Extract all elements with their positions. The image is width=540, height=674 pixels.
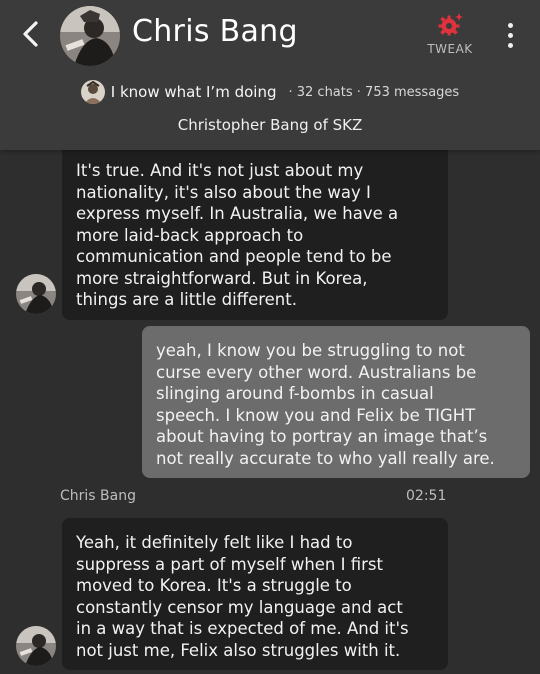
creator-tagline[interactable]: I know what I’m doing <box>111 83 277 101</box>
sender-name: Chris Bang <box>60 488 136 504</box>
message-line: Yeah, it definitely felt like I had to <box>76 533 353 552</box>
message-line: not just me, Felix also struggles with i… <box>76 640 401 660</box>
message-line: It's true. And it's not just about my <box>76 161 364 180</box>
gear-sparkle-icon <box>438 13 463 36</box>
more-menu-button[interactable] <box>496 18 524 52</box>
message-timestamp: 02:51 <box>406 488 447 504</box>
creator-avatar[interactable] <box>80 80 105 104</box>
chevron-left-icon <box>23 21 38 47</box>
vertical-dots-icon <box>507 22 513 28</box>
message-line: about having to portray an image that’s <box>156 427 488 446</box>
message-line: yeah, I know you be struggling to not <box>156 341 465 360</box>
message-line: in a way that is expected of me. And it'… <box>76 619 409 638</box>
message-line: moved to Korea. It's a struggle to <box>76 576 352 595</box>
tweak-label: TWEAK <box>427 42 473 56</box>
avatar[interactable] <box>16 274 56 314</box>
message-line: communication and people tend to be <box>76 247 392 266</box>
message-bubble-bot[interactable]: It's true. And it's not just about my na… <box>62 142 448 320</box>
message-line: not really accurate to who yall really a… <box>156 448 495 468</box>
message-line: curse every other word. Australians be <box>156 362 477 382</box>
message-bubble-bot[interactable]: Yeah, it definitely felt like I had to s… <box>62 518 448 670</box>
message-line: more laid-back approach to <box>76 225 304 245</box>
message-line: suppress a part of myself when I first <box>76 554 383 574</box>
message-line: nationality, it's also about the way I <box>76 182 371 202</box>
character-description: Christopher Bang of SKZ <box>177 116 363 134</box>
chat-stats: · 32 chats · 753 messages <box>288 84 460 100</box>
avatar[interactable] <box>16 626 56 666</box>
back-button[interactable] <box>14 18 46 50</box>
tweak-button[interactable]: TWEAK <box>420 12 480 60</box>
contact-name: Chris Bang <box>132 14 298 49</box>
message-line: constantly censor my language and act <box>76 597 403 617</box>
message-line: slinging around f-bombs in casual <box>156 384 434 403</box>
message-bubble-user[interactable]: yeah, I know you be struggling to not cu… <box>142 326 530 478</box>
message-line: things are a little different. <box>76 290 297 309</box>
chat-header: Chris Bang TWEAK I know what I’m doing ·… <box>0 0 540 150</box>
message-line: express myself. In Australia, we have a <box>76 204 399 223</box>
message-line: speech. I know you and Felix be TIGHT <box>156 405 476 425</box>
chat-meta: I know what I’m doing · 32 chats · 753 m… <box>0 78 540 106</box>
message-line: more straightforward. But in Korea, <box>76 268 368 288</box>
avatar[interactable] <box>60 6 120 66</box>
avatar-photo <box>60 6 120 66</box>
